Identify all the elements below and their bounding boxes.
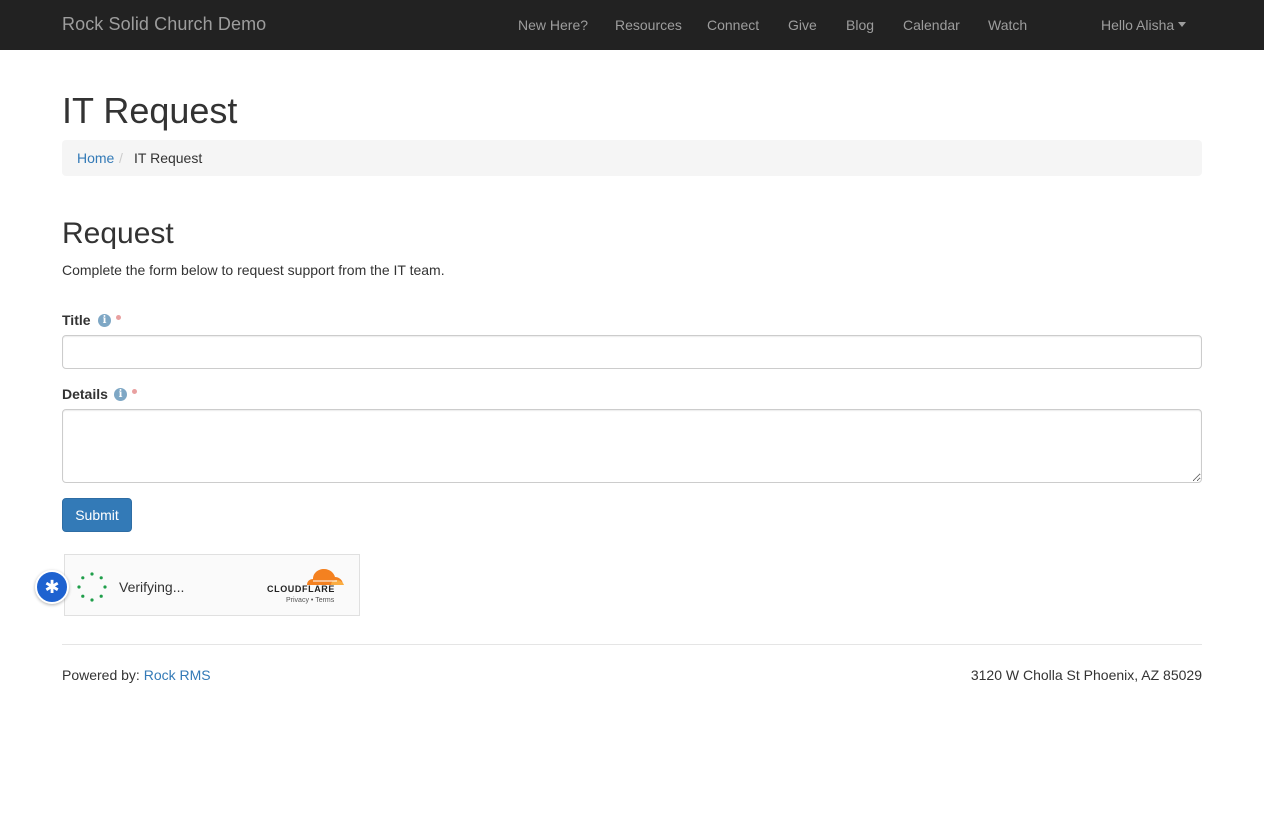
footer-powered-by: Powered by: Rock RMS: [62, 667, 211, 683]
breadcrumb-separator: /: [119, 150, 123, 166]
nav-item-resources[interactable]: Resources: [615, 17, 682, 33]
powered-by-label: Powered by:: [62, 667, 140, 683]
brand-link[interactable]: Rock Solid Church Demo: [62, 14, 266, 35]
nav-item-give[interactable]: Give: [788, 17, 817, 33]
submit-button[interactable]: Submit: [62, 498, 132, 532]
caret-down-icon: [1178, 21, 1187, 27]
info-icon[interactable]: i: [98, 314, 111, 327]
footer-address: 3120 W Cholla St Phoenix, AZ 85029: [970, 667, 1202, 683]
form-description: Complete the form below to request suppo…: [62, 262, 445, 278]
loading-spinner-icon: [77, 572, 107, 602]
form-heading: Request: [62, 217, 174, 250]
captcha-link-separator: •: [310, 597, 314, 604]
title-label: Title: [62, 312, 91, 328]
required-indicator: [116, 315, 121, 320]
rock-rms-link[interactable]: Rock RMS: [144, 667, 211, 683]
title-input[interactable]: [62, 335, 1202, 369]
captcha-privacy-link[interactable]: Privacy: [286, 597, 309, 604]
captcha-widget[interactable]: Verifying... CLOUDFLARE Privacy • Terms: [64, 554, 360, 616]
breadcrumb-home-link[interactable]: Home: [77, 150, 114, 166]
nav-item-calendar[interactable]: Calendar: [903, 17, 960, 33]
nav-item-blog[interactable]: Blog: [846, 17, 874, 33]
asterisk-icon[interactable]: ✱: [35, 570, 69, 604]
page-title: IT Request: [62, 90, 238, 131]
details-textarea[interactable]: [62, 409, 1202, 483]
breadcrumb: Home / IT Request: [62, 140, 1202, 176]
nav-item-watch[interactable]: Watch: [988, 17, 1027, 33]
captcha-links: Privacy • Terms: [286, 597, 334, 604]
details-label: Details: [62, 386, 108, 402]
cloudflare-wordmark: CLOUDFLARE: [267, 584, 335, 594]
footer-divider: [62, 644, 1202, 645]
required-indicator: [132, 389, 137, 394]
nav-item-connect[interactable]: Connect: [707, 17, 759, 33]
top-navbar: Rock Solid Church Demo New Here? Resourc…: [0, 0, 1264, 50]
user-menu[interactable]: Hello Alisha: [1101, 17, 1187, 33]
nav-item-new-here[interactable]: New Here?: [518, 17, 588, 33]
user-menu-label: Hello Alisha: [1101, 17, 1175, 33]
captcha-terms-link[interactable]: Terms: [315, 597, 334, 604]
captcha-status: Verifying...: [119, 579, 185, 595]
breadcrumb-current: IT Request: [134, 150, 203, 166]
info-icon[interactable]: i: [114, 388, 127, 401]
